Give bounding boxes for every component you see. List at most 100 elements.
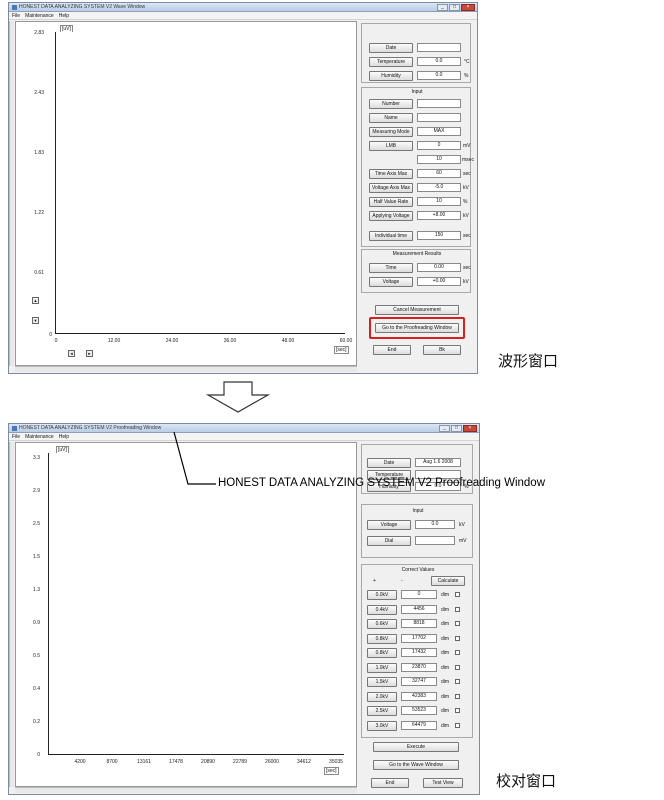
execute-button[interactable]: Execute <box>373 742 459 752</box>
cancel-measurement-button[interactable]: Cancel Measurement <box>375 305 459 315</box>
menu-file[interactable]: File <box>12 434 20 440</box>
menu-help[interactable]: Help <box>59 434 69 440</box>
time-result-unit: sec <box>463 265 471 271</box>
correction-row-checkbox[interactable] <box>455 722 460 728</box>
date-button[interactable]: Date <box>369 43 413 53</box>
radio-minus[interactable]: - <box>401 578 403 584</box>
time-axis-field[interactable]: 60 <box>417 169 461 178</box>
correction-row-button[interactable]: 1.0kV <box>367 662 397 673</box>
correction-row-checkbox[interactable] <box>455 708 460 713</box>
correction-row-button[interactable]: 3.0kV <box>367 720 397 731</box>
wave-bottom-scrollbar[interactable] <box>15 366 357 372</box>
menu-file[interactable]: File <box>12 13 20 19</box>
x-zoom-out-button[interactable]: ◄ <box>68 350 75 357</box>
y-zoom-out-button[interactable]: ▼ <box>32 317 39 324</box>
close-icon[interactable]: × <box>461 3 475 11</box>
voltage-axis-field[interactable]: -5.0 <box>417 183 461 192</box>
interval-unit: msec <box>462 157 474 163</box>
correction-row-button[interactable]: 0.6kV <box>367 619 397 629</box>
radio-plus[interactable]: + <box>373 578 376 584</box>
back-button[interactable]: Bk <box>423 345 461 355</box>
close-icon[interactable]: × <box>463 424 477 432</box>
x-tick: 22789 <box>233 759 247 765</box>
x-tick: 20890 <box>201 759 215 765</box>
interval-field[interactable]: 10 <box>417 155 461 164</box>
correction-row-button[interactable]: 1.5kV <box>367 677 397 687</box>
correction-row-button[interactable]: 2.0kV <box>367 691 397 702</box>
correction-row-value[interactable]: 64479 <box>401 720 437 730</box>
individual-time-field[interactable]: 150 <box>417 231 461 240</box>
voltage-field[interactable]: 0.0 <box>415 520 455 529</box>
proof-side-panel: Date Aug 1.6 2008 Temperature Humidity 0… <box>359 442 477 792</box>
y-zoom-in-button[interactable]: ▲ <box>32 297 39 304</box>
minimize-icon[interactable]: _ <box>437 3 448 11</box>
correction-row-value[interactable]: 32747 <box>401 677 437 686</box>
proof-left-scrollbar[interactable] <box>9 442 14 787</box>
correction-row-value[interactable]: 42383 <box>401 691 437 701</box>
measuring-mode-button[interactable]: Measuring Mode <box>369 127 413 137</box>
half-value-button[interactable]: Half Value Rate <box>369 197 413 207</box>
correction-row-value[interactable]: 8818 <box>401 619 437 628</box>
correction-row-checkbox[interactable] <box>455 693 460 699</box>
lmb-field[interactable]: 0 <box>417 141 461 150</box>
correction-row-value[interactable]: 23870 <box>401 662 437 672</box>
name-field[interactable] <box>417 113 461 122</box>
date-button[interactable]: Date <box>367 458 411 468</box>
voltage-button[interactable]: Voltage <box>367 520 411 530</box>
dial-field[interactable] <box>415 536 455 545</box>
correction-row-button[interactable]: 0.0kV <box>367 590 397 600</box>
number-button[interactable]: Number <box>369 99 413 109</box>
voltage-axis-button[interactable]: Voltage Axis Max <box>369 183 413 193</box>
wave-window-titlebar[interactable]: HONEST DATA ANALYZING SYSTEM V2 Wave Win… <box>9 3 477 12</box>
menu-maintenance[interactable]: Maintenance <box>25 13 54 19</box>
correction-row-checkbox[interactable] <box>455 621 460 626</box>
correction-row-checkbox[interactable] <box>455 635 460 641</box>
proof-bottom-scrollbar[interactable] <box>15 787 357 793</box>
menu-maintenance[interactable]: Maintenance <box>25 434 54 440</box>
correction-row-value[interactable]: 4456 <box>401 604 437 614</box>
correction-row-value[interactable]: 17702 <box>401 633 437 643</box>
humidity-button[interactable]: Humidity <box>369 71 413 81</box>
maximize-icon[interactable]: □ <box>451 424 462 432</box>
correction-row-checkbox[interactable] <box>455 650 460 655</box>
correction-row-value[interactable]: 17432 <box>401 648 437 657</box>
menu-help[interactable]: Help <box>59 13 69 19</box>
half-value-field[interactable]: 10 <box>417 197 461 206</box>
calculate-button[interactable]: Calculate <box>431 576 465 586</box>
minimize-icon[interactable]: _ <box>439 424 450 432</box>
time-result-button[interactable]: Time <box>369 263 413 273</box>
end-button[interactable]: End <box>373 345 411 355</box>
maximize-icon[interactable]: □ <box>449 3 460 11</box>
number-field[interactable] <box>417 99 461 108</box>
dial-button[interactable]: Dial <box>367 536 411 546</box>
correction-row-checkbox[interactable] <box>455 606 460 612</box>
correction-row-value[interactable]: 53523 <box>401 706 437 715</box>
applying-voltage-field[interactable]: +8.00 <box>417 211 461 220</box>
correction-row-checkbox[interactable] <box>455 664 460 670</box>
end-button[interactable]: End <box>371 778 409 788</box>
correction-row-button[interactable]: 0.4kV <box>367 604 397 615</box>
proofreading-window-titlebar[interactable]: HONEST DATA ANALYZING SYSTEM V2 Proofrea… <box>9 424 479 433</box>
test-view-button[interactable]: Test View <box>423 778 463 788</box>
y-tick: 0.61 <box>34 270 44 276</box>
result-group-title: Measurement Results <box>392 251 442 257</box>
correction-row-button[interactable]: 0.8kV <box>367 633 397 644</box>
applying-voltage-button[interactable]: Applying Voltage <box>369 211 413 221</box>
wave-left-scrollbar[interactable] <box>9 21 14 366</box>
correction-row-checkbox[interactable] <box>455 679 460 684</box>
name-button[interactable]: Name <box>369 113 413 123</box>
correction-row-button[interactable]: 0.8kV <box>367 648 397 658</box>
correction-row-value[interactable]: 0 <box>401 590 437 599</box>
correction-row-checkbox[interactable] <box>455 592 460 597</box>
lmb-button[interactable]: LMB <box>369 141 413 151</box>
goto-wave-button[interactable]: Go to the Wave Window <box>373 760 459 770</box>
individual-time-button[interactable]: Individual time <box>369 231 413 241</box>
correction-row-button[interactable]: 2.5kV <box>367 706 397 716</box>
time-axis-button[interactable]: Time Axis Max <box>369 169 413 179</box>
measuring-mode-select[interactable]: MAX <box>417 127 461 136</box>
applying-voltage-unit: kV <box>463 213 469 219</box>
voltage-result-button[interactable]: Voltage <box>369 277 413 287</box>
x-zoom-in-button[interactable]: ► <box>86 350 93 357</box>
temperature-button[interactable]: Temperature <box>369 57 413 67</box>
correction-row-unit: dim <box>441 722 450 729</box>
